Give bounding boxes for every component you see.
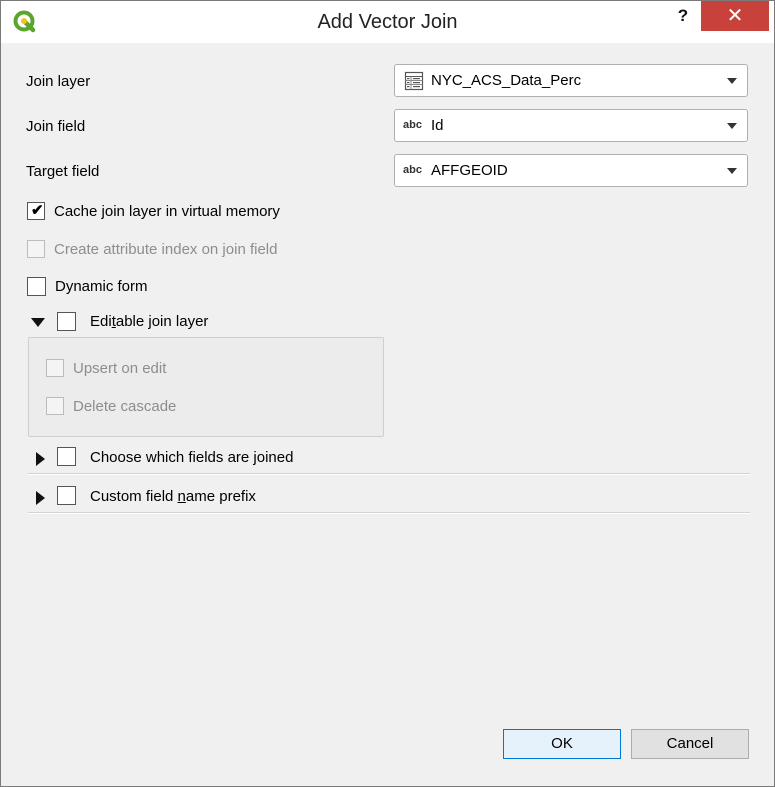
join-field-label: Join field	[26, 118, 86, 135]
editable-join-layer-checkbox[interactable]	[57, 312, 76, 331]
collapse-toggle-editable[interactable]	[31, 318, 45, 327]
custom-prefix-checkbox[interactable]	[57, 486, 76, 505]
custom-prefix-label: Custom field name prefix	[90, 488, 256, 505]
dialog-title: Add Vector Join	[317, 11, 458, 33]
join-layer-label: Join layer	[26, 73, 91, 90]
editable-join-layer-panel: Upsert on edit Delete cascade	[28, 337, 384, 437]
upsert-on-edit-option: Upsert on edit	[46, 359, 166, 377]
expand-toggle-choose-fields[interactable]	[36, 452, 45, 466]
expand-toggle-prefix[interactable]	[36, 491, 45, 505]
upsert-on-edit-label: Upsert on edit	[73, 359, 167, 377]
create-index-label: Create attribute index on join field	[54, 240, 278, 258]
cache-join-layer-option[interactable]: ✔ Cache join layer in virtual memory	[27, 202, 280, 220]
delete-cascade-checkbox	[46, 397, 64, 415]
dynamic-form-option[interactable]: Dynamic form	[27, 277, 148, 296]
checkmark-icon: ✔	[31, 202, 44, 219]
create-index-option: Create attribute index on join field	[27, 240, 277, 258]
triangle-right-icon	[36, 491, 45, 505]
delete-cascade-option: Delete cascade	[46, 397, 176, 415]
join-field-value: Id	[431, 117, 444, 134]
string-type-icon: abc	[403, 119, 422, 131]
title-bar: Add Vector Join ? ✕	[1, 1, 774, 43]
upsert-on-edit-checkbox	[46, 359, 64, 377]
join-layer-combo[interactable]: NYC_ACS_Data_Perc	[394, 64, 748, 97]
group-divider	[28, 512, 750, 514]
choose-fields-checkbox[interactable]	[57, 447, 76, 466]
triangle-right-icon	[36, 452, 45, 466]
help-button[interactable]: ?	[669, 3, 697, 29]
table-icon	[404, 71, 424, 91]
dynamic-form-label: Dynamic form	[55, 278, 148, 295]
target-field-combo[interactable]: abc AFFGEOID	[394, 154, 748, 187]
cache-join-layer-checkbox[interactable]: ✔	[27, 202, 45, 220]
cancel-button[interactable]: Cancel	[631, 729, 749, 759]
join-field-combo[interactable]: abc Id	[394, 109, 748, 142]
join-layer-value: NYC_ACS_Data_Perc	[431, 72, 582, 89]
target-field-value: AFFGEOID	[431, 162, 508, 179]
add-vector-join-dialog: Add Vector Join ? ✕ Join layer NYC_ACS_D…	[0, 0, 775, 787]
chevron-down-icon	[727, 78, 737, 84]
editable-join-layer-label: Editable join layer	[90, 313, 209, 330]
close-button[interactable]: ✕	[701, 1, 769, 31]
cache-join-layer-label: Cache join layer in virtual memory	[54, 202, 280, 220]
chevron-down-icon	[727, 123, 737, 129]
group-divider	[28, 473, 750, 475]
choose-fields-label: Choose which fields are joined	[90, 449, 294, 466]
ok-button[interactable]: OK	[503, 729, 621, 759]
create-index-checkbox	[27, 240, 45, 258]
dynamic-form-checkbox[interactable]	[27, 277, 46, 296]
chevron-down-icon	[727, 168, 737, 174]
string-type-icon: abc	[403, 164, 422, 176]
triangle-down-icon	[31, 318, 45, 327]
delete-cascade-label: Delete cascade	[73, 397, 177, 415]
target-field-label: Target field	[26, 163, 100, 180]
